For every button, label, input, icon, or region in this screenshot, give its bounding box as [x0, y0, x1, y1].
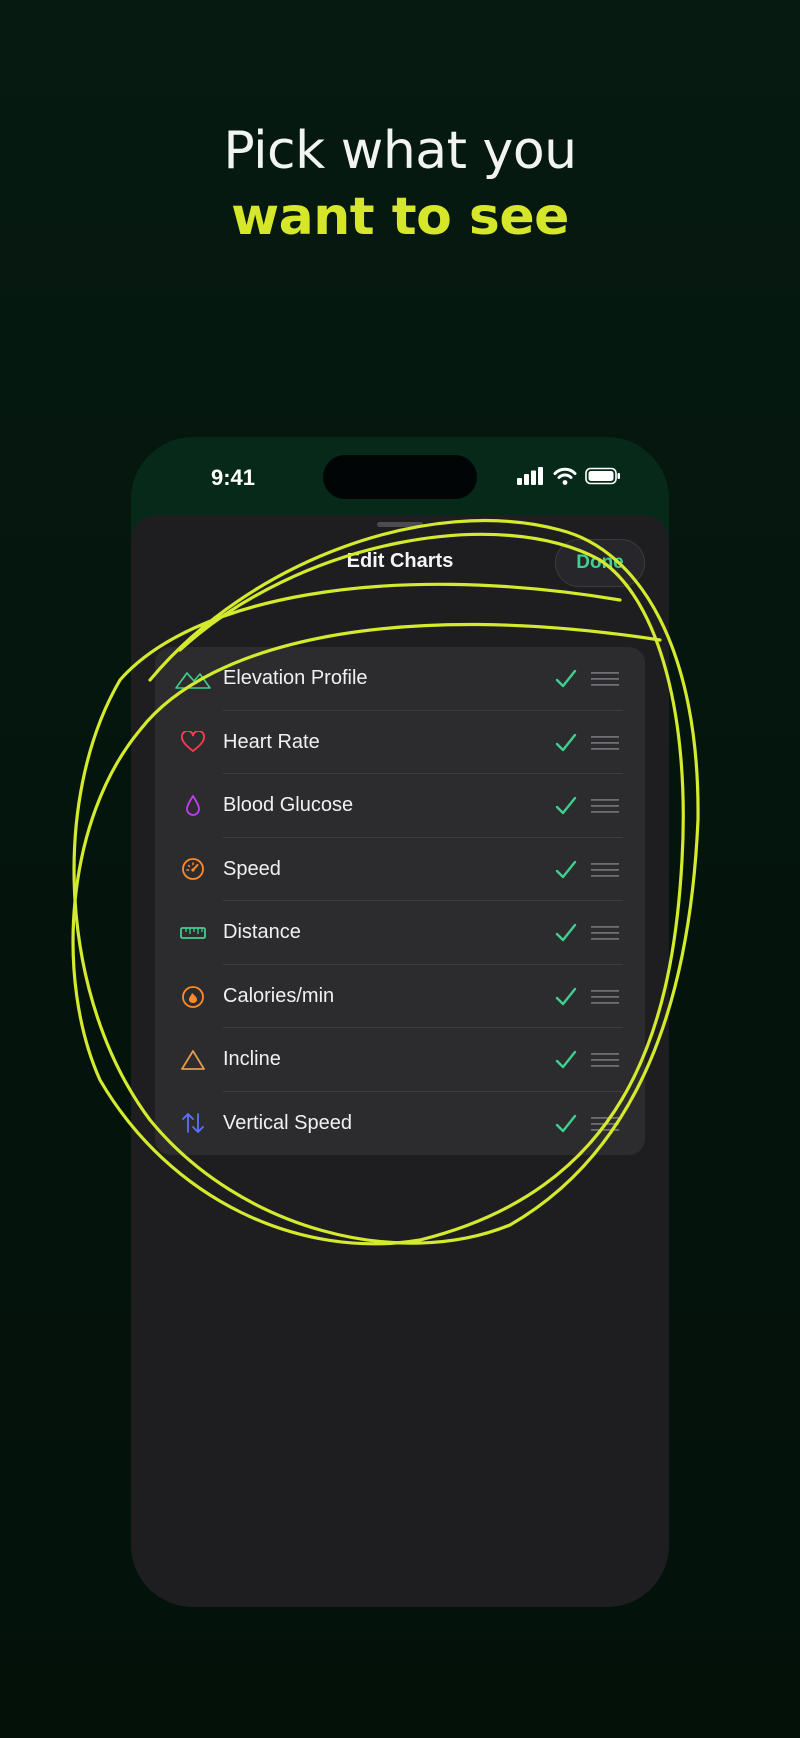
done-button[interactable]: Done	[555, 539, 645, 587]
dynamic-island	[323, 455, 477, 499]
chart-label: Distance	[223, 921, 301, 943]
speedometer-icon	[175, 838, 211, 902]
edit-charts-sheet: Edit Charts Done Elevation Profile Heart…	[131, 515, 669, 1607]
chart-label: Incline	[223, 1048, 281, 1070]
signal-icon	[517, 467, 543, 485]
drag-handle-icon[interactable]	[591, 1053, 619, 1067]
headline-line-1: Pick what you	[223, 121, 577, 181]
chart-label: Vertical Speed	[223, 1111, 352, 1134]
checkmark-icon[interactable]	[555, 986, 577, 1008]
drag-handle-icon[interactable]	[591, 799, 619, 813]
chart-row-heart-rate[interactable]: Heart Rate	[155, 711, 645, 775]
ruler-icon	[175, 901, 211, 965]
drag-handle-icon[interactable]	[591, 735, 619, 750]
heart-icon	[175, 711, 211, 775]
chart-label: Speed	[223, 857, 281, 880]
headline-line-2: want to see	[231, 187, 569, 247]
chart-row-speed[interactable]: Speed	[155, 838, 645, 902]
chart-row-incline[interactable]: Incline	[155, 1028, 645, 1092]
drag-handle-icon[interactable]	[591, 926, 619, 940]
chart-label: Elevation Profile	[223, 667, 368, 689]
chart-label: Blood Glucose	[223, 794, 354, 816]
triangle-icon	[175, 1028, 211, 1092]
mountain-icon	[175, 647, 211, 711]
drag-handle-icon[interactable]	[591, 672, 619, 686]
chart-row-blood-glucose[interactable]: Blood Glucose	[155, 774, 645, 838]
checkmark-icon[interactable]	[555, 732, 577, 754]
checkmark-icon[interactable]	[555, 1049, 577, 1071]
phone-frame: 9:41 Edit Charts Done Elevation Profile …	[131, 437, 669, 1607]
charts-list: Elevation Profile Heart Rate Blood Gluco…	[155, 647, 645, 1155]
status-icons	[517, 467, 621, 485]
checkmark-icon[interactable]	[555, 1113, 577, 1135]
headline: Pick what you want to see	[0, 118, 800, 250]
checkmark-icon[interactable]	[555, 859, 577, 881]
wifi-icon	[553, 467, 577, 485]
chart-label: Calories/min	[223, 984, 335, 1007]
status-time: 9:41	[211, 465, 256, 490]
drag-handle-icon[interactable]	[591, 862, 619, 877]
sheet-grabber[interactable]	[377, 522, 423, 527]
checkmark-icon[interactable]	[555, 795, 577, 817]
chart-row-calories-min[interactable]: Calories/min	[155, 965, 645, 1029]
checkmark-icon[interactable]	[555, 922, 577, 944]
chart-row-elevation-profile[interactable]: Elevation Profile	[155, 647, 645, 711]
chart-row-vertical-speed[interactable]: Vertical Speed	[155, 1092, 645, 1156]
battery-icon	[585, 467, 620, 485]
chart-label: Heart Rate	[223, 730, 320, 753]
drag-handle-icon[interactable]	[591, 989, 619, 1004]
drop-icon	[175, 774, 211, 838]
drag-handle-icon[interactable]	[591, 1116, 619, 1131]
chart-row-distance[interactable]: Distance	[155, 901, 645, 965]
checkmark-icon[interactable]	[555, 668, 577, 690]
flame-icon	[175, 965, 211, 1029]
up-down-arrows-icon	[175, 1092, 211, 1156]
